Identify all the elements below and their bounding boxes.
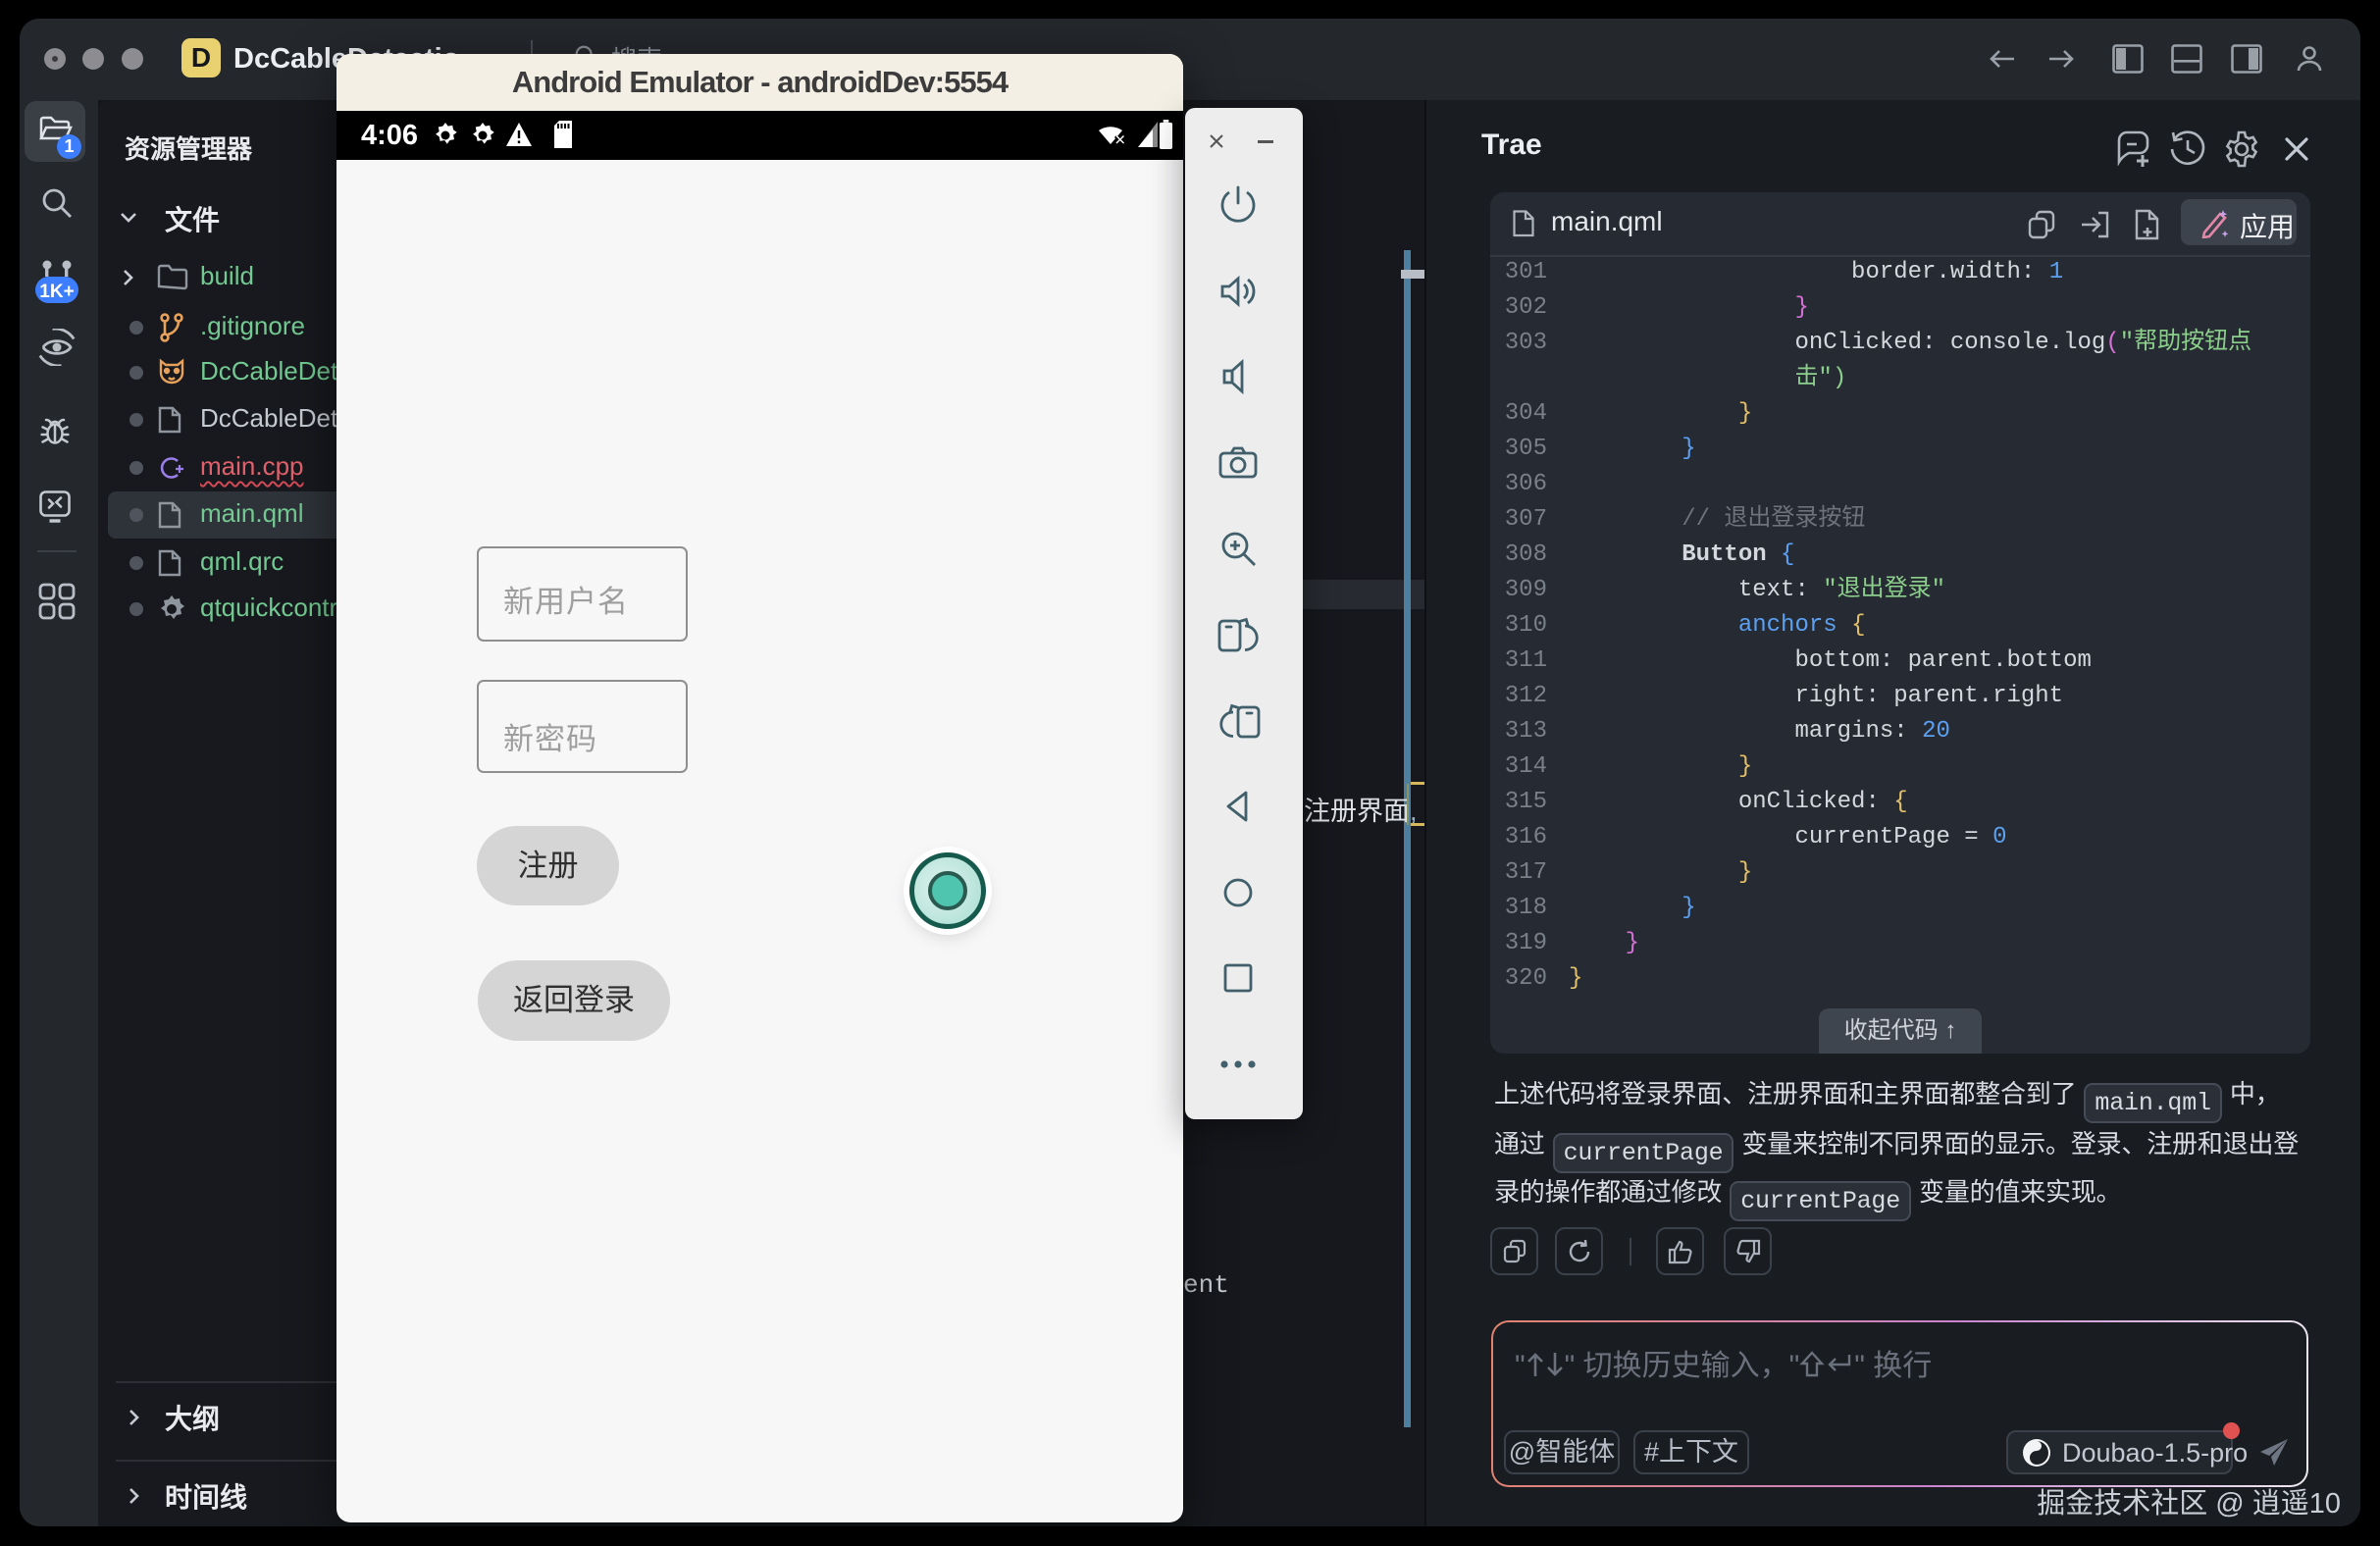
svg-text:1K+: 1K+ bbox=[39, 282, 74, 302]
